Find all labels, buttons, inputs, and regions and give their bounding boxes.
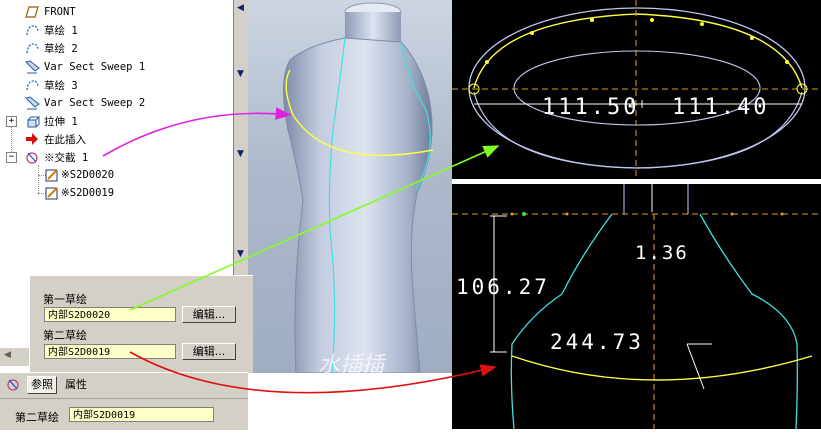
- tree-item-label: ※交截 1: [44, 151, 89, 164]
- dim-small-text: 1.36: [635, 242, 689, 264]
- intersect-icon: [24, 149, 40, 165]
- second-sketch-label: 第二草绘: [43, 329, 87, 342]
- tree-item-s2d0019[interactable]: ※S2D0019: [44, 184, 114, 202]
- dim-width-text: 244.73: [550, 330, 644, 354]
- sweep-icon: [24, 95, 40, 111]
- sketch-icon: [24, 40, 40, 56]
- tree-item-label: 在此插入: [44, 133, 86, 146]
- mannequin-model: 水插插: [282, 2, 434, 373]
- tree-item-extrude-1[interactable]: 拉伸 1: [24, 112, 78, 130]
- insert-here-arrow-icon: [24, 131, 40, 147]
- tree-item-var-sect-sweep-1[interactable]: Var Sect Sweep 1: [24, 58, 145, 76]
- properties-panel: 第一草绘 内部S2D0020 编辑... 第二草绘 内部S2D0019 编辑..…: [29, 275, 253, 373]
- tree-item-label: 草绘 2: [44, 42, 78, 55]
- chevron-down-icon[interactable]: ▼: [237, 250, 246, 259]
- first-sketch-label: 第一草绘: [43, 293, 87, 306]
- tree-item-insert-here[interactable]: 在此插入: [24, 130, 86, 148]
- horizontal-scrollbar[interactable]: ◀: [0, 348, 29, 366]
- tree-item-front[interactable]: FRONT: [24, 3, 76, 21]
- dim-height-text: 106.27: [456, 275, 550, 299]
- tree-expander-plus[interactable]: +: [6, 116, 17, 127]
- tree-expander-minus[interactable]: −: [6, 152, 17, 163]
- tree-item-label: FRONT: [44, 6, 76, 18]
- tree-item-sketch-2[interactable]: 草绘 2: [24, 39, 78, 57]
- tree-item-label: Var Sect Sweep 1: [44, 61, 146, 73]
- second-sketch-field[interactable]: 内部S2D0019: [44, 344, 176, 359]
- datum-plane-icon: [24, 4, 40, 20]
- dim-left-text: 111.50: [542, 95, 639, 120]
- chevron-left-icon[interactable]: ◀: [4, 350, 11, 360]
- sketch-panel-bottom[interactable]: 106.27 1.36 244.73: [452, 184, 821, 430]
- tab-references[interactable]: 参照: [27, 376, 57, 394]
- sweep-icon: [24, 59, 40, 75]
- tab-properties[interactable]: 属性: [65, 376, 87, 394]
- tree-item-label: Var Sect Sweep 2: [44, 97, 146, 109]
- first-sketch-field[interactable]: 内部S2D0020: [44, 307, 176, 322]
- sketch-icon: [24, 77, 40, 93]
- tree-item-label: 草绘 3: [44, 79, 78, 92]
- section-sketch-icon: [44, 185, 60, 201]
- edit-first-sketch-button[interactable]: 编辑...: [182, 306, 236, 323]
- intersect-icon: [6, 377, 21, 396]
- tree-item-label: 拉伸 1: [44, 115, 78, 128]
- tree-item-intersect-1[interactable]: ※交截 1: [24, 148, 88, 166]
- dim-right-text: 111.40: [672, 95, 769, 120]
- tree-item-sketch-3[interactable]: 草绘 3: [24, 76, 78, 94]
- status-label: 第二草绘: [15, 411, 59, 424]
- status-value-field: 内部S2D0019: [69, 407, 214, 422]
- sketch-icon: [24, 22, 40, 38]
- tree-item-s2d0020[interactable]: ※S2D0020: [44, 166, 114, 184]
- sketch-panel-top[interactable]: 111.50 111.40: [452, 0, 821, 179]
- tree-item-var-sect-sweep-2[interactable]: Var Sect Sweep 2: [24, 94, 145, 112]
- status-bar: 第二草绘 内部S2D0019: [0, 398, 248, 430]
- chevron-left-icon[interactable]: ◀: [237, 4, 246, 13]
- tree-item-label: ※S2D0019: [61, 187, 115, 199]
- tree-item-label: ※S2D0020: [61, 169, 115, 181]
- chevron-down-icon[interactable]: ▼: [237, 150, 246, 159]
- model-viewport[interactable]: 水插插: [248, 0, 452, 373]
- tree-item-label: 草绘 1: [44, 24, 78, 37]
- watermark-text: 水插插: [318, 353, 387, 373]
- edit-second-sketch-button[interactable]: 编辑...: [182, 343, 236, 360]
- viewport-bottom-blank: [248, 373, 452, 429]
- extrude-icon: [24, 113, 40, 129]
- section-sketch-icon: [44, 167, 60, 183]
- chevron-down-icon[interactable]: ▼: [237, 70, 246, 79]
- tree-item-sketch-1[interactable]: 草绘 1: [24, 21, 78, 39]
